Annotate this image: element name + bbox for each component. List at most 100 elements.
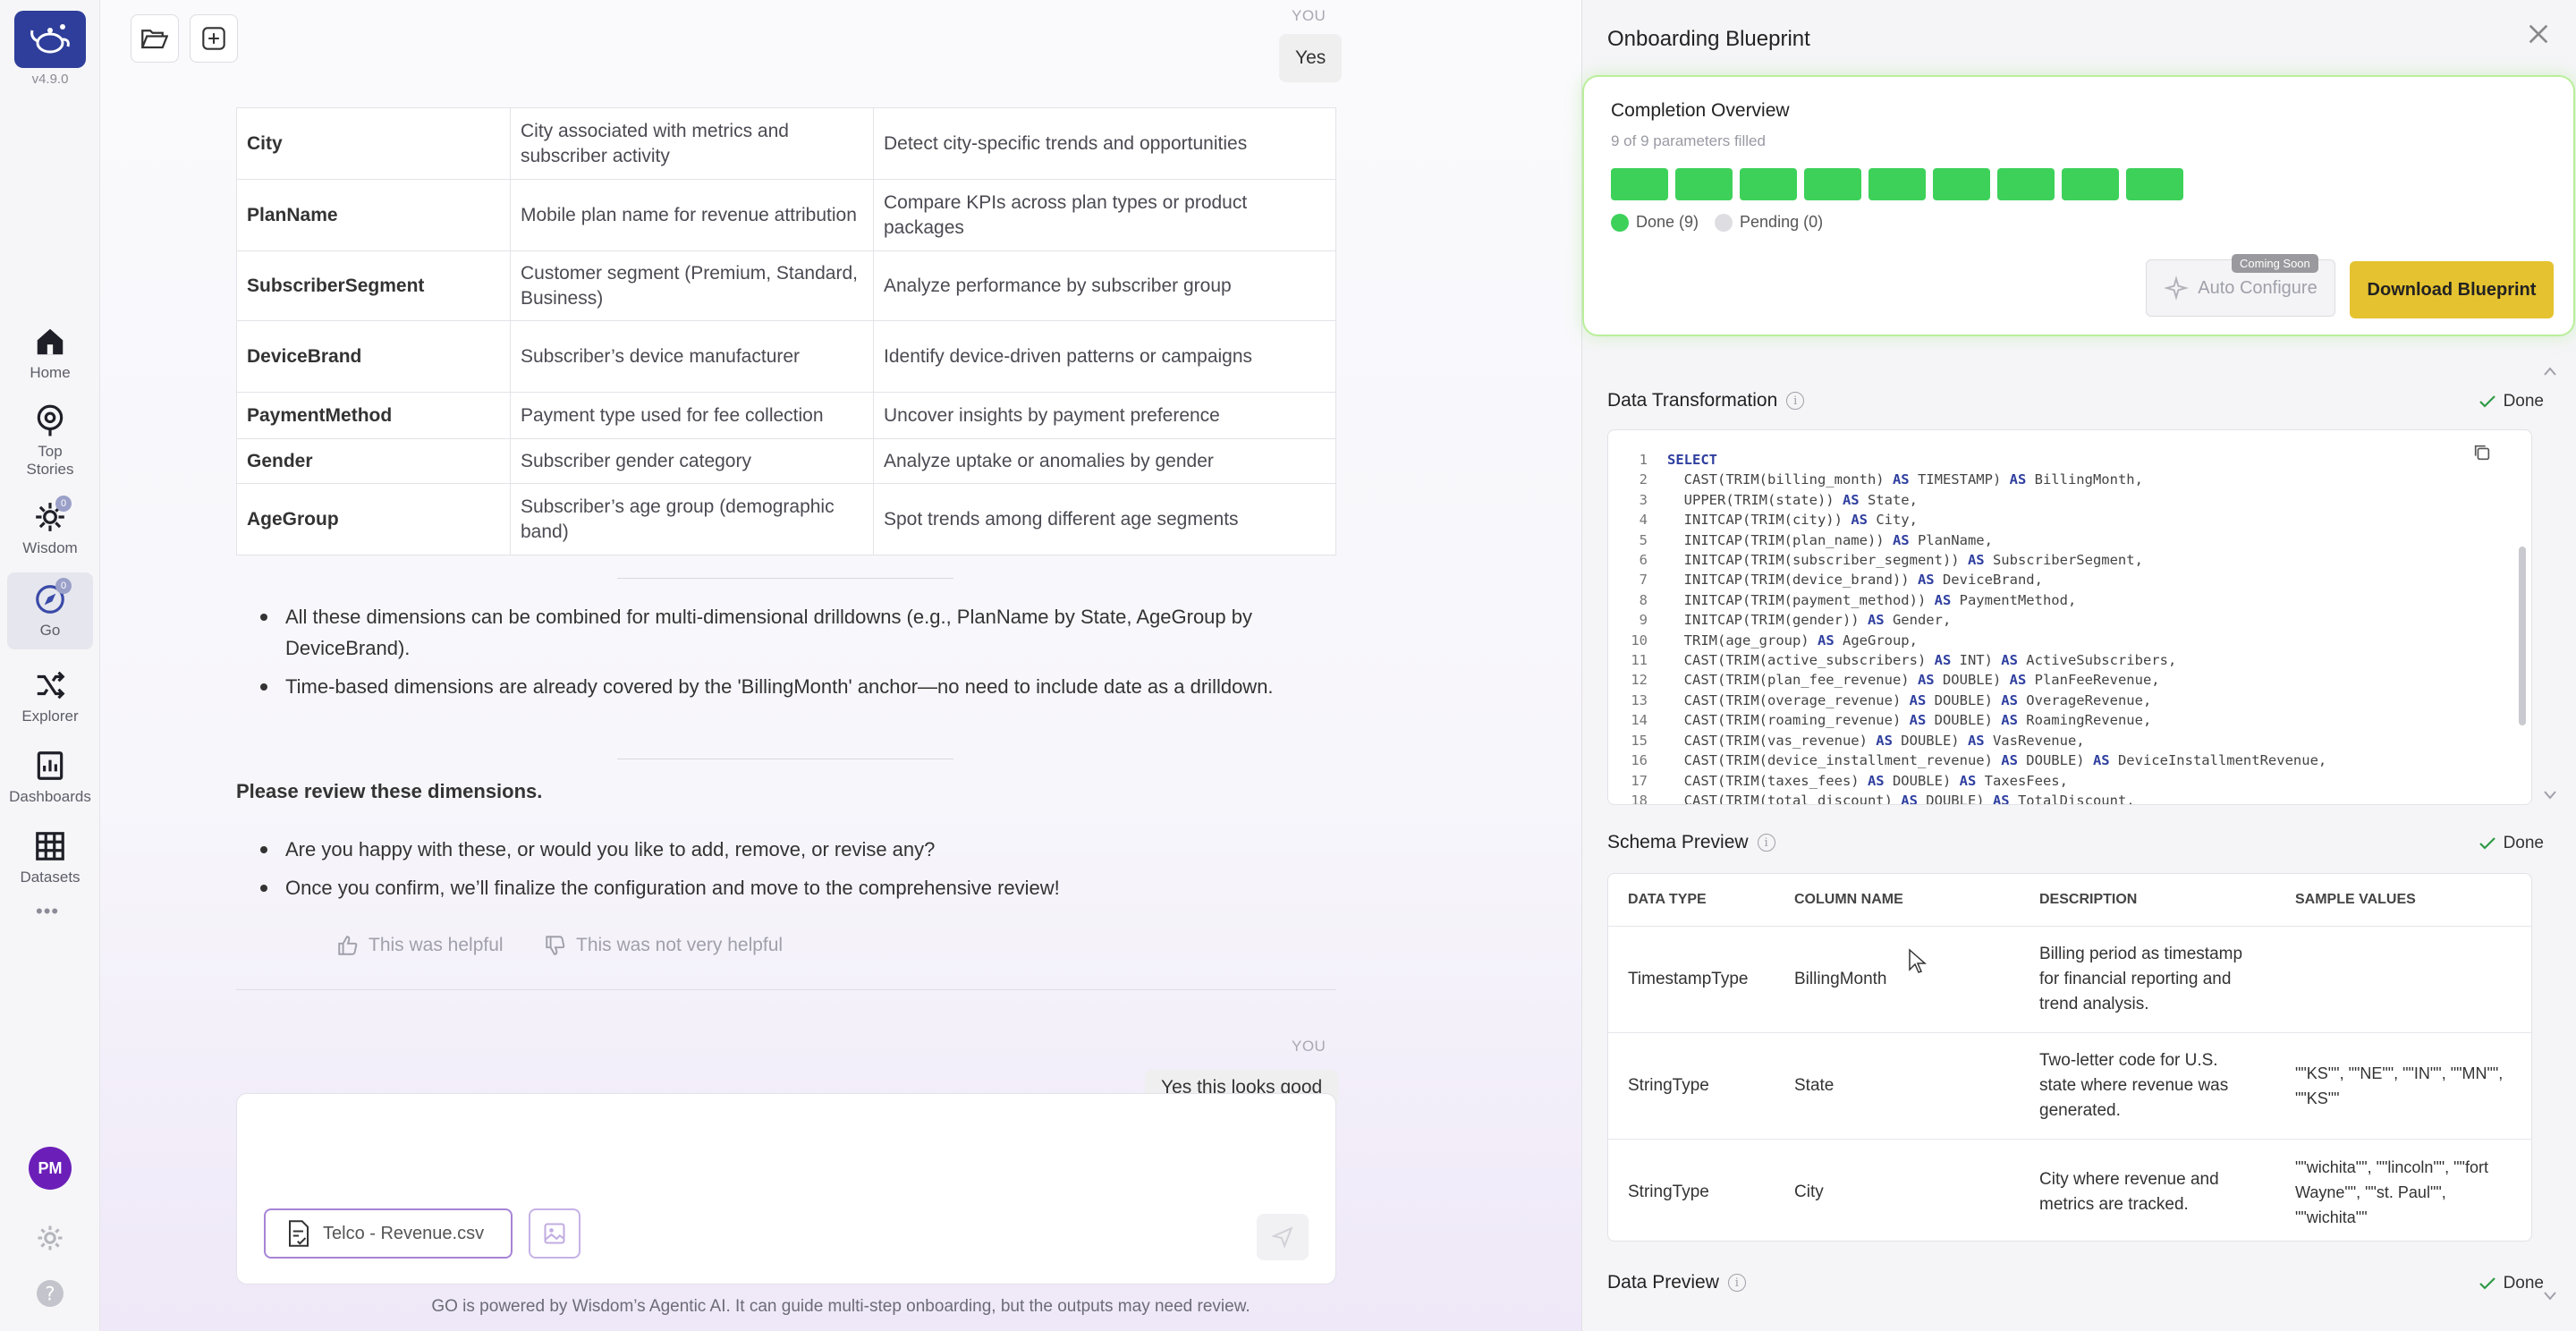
- line-number: 17: [1631, 772, 1648, 789]
- schema-table: DATA TYPE COLUMN NAME DESCRIPTION SAMPLE…: [1608, 874, 2531, 1241]
- data-type: StringType: [1608, 1032, 1775, 1140]
- close-icon[interactable]: [2524, 20, 2553, 48]
- dimension-use: Uncover insights by payment preference: [873, 392, 1336, 439]
- thumbs-up-icon: [338, 936, 358, 955]
- table-row: DeviceBrand Subscriber’s device manufact…: [236, 320, 1336, 393]
- code-text: INITCAP(TRIM(subscriber_segment)) AS Sub…: [1667, 552, 2143, 569]
- nav-wisdom-label: Wisdom: [22, 539, 78, 556]
- table-row: SubscriberSegment Customer segment (Prem…: [236, 250, 1336, 321]
- dimension-use: Analyze uptake or anomalies by gender: [873, 438, 1336, 484]
- table-row: PlanName Mobile plan name for revenue at…: [236, 179, 1336, 251]
- copy-icon[interactable]: [2472, 443, 2492, 462]
- progress-segment: [1675, 168, 1733, 200]
- code-text: CAST(TRIM(overage_revenue) AS DOUBLE) AS…: [1667, 691, 2152, 708]
- dimensions-table: City City associated with metrics and su…: [236, 107, 1336, 555]
- dimension-meaning: Subscriber’s age group (demographic band…: [510, 483, 874, 555]
- code-line: 15 CAST(TRIM(vas_revenue) AS DOUBLE) AS …: [1608, 731, 2326, 750]
- dimension-name: Gender: [236, 438, 511, 484]
- more-menu[interactable]: •••: [36, 900, 59, 923]
- data-type: TimestampType: [1608, 926, 1775, 1033]
- check-icon: [2479, 1277, 2496, 1290]
- user-message-yes: Yes: [1279, 34, 1343, 82]
- info-icon[interactable]: i: [1786, 392, 1805, 410]
- code-line: 3 UPPER(TRIM(state)) AS State,: [1608, 490, 2326, 510]
- send-button[interactable]: [1257, 1214, 1309, 1260]
- nav-home[interactable]: Home: [7, 315, 93, 392]
- column-name: State: [1775, 1032, 2020, 1140]
- nav-go[interactable]: 0 Go: [7, 572, 93, 649]
- scroll-down-icon[interactable]: [2544, 791, 2556, 800]
- new-chat-button[interactable]: [190, 14, 238, 63]
- open-folder-button[interactable]: [131, 14, 179, 63]
- panel-title: Onboarding Blueprint: [1607, 27, 1810, 51]
- message-input[interactable]: [258, 1115, 1314, 1187]
- progress-segment: [1868, 168, 1926, 200]
- line-number: 14: [1631, 712, 1648, 729]
- nav-top-stories[interactable]: Top Stories: [7, 401, 93, 481]
- code-line: 16 CAST(TRIM(device_installment_revenue)…: [1608, 750, 2326, 770]
- info-icon[interactable]: i: [1757, 834, 1775, 852]
- line-number: 4: [1639, 512, 1648, 529]
- dimension-name: AgeGroup: [236, 483, 511, 555]
- attach-image-button[interactable]: [529, 1208, 580, 1259]
- dimension-meaning: Payment type used for fee collection: [510, 392, 874, 439]
- code-text: INITCAP(TRIM(gender)) AS Gender,: [1667, 612, 1952, 629]
- left-rail: v4.9.0 Home Top Stories 0 Wisdom 0 Go Ex…: [0, 0, 100, 1331]
- table-row: City City associated with metrics and su…: [236, 107, 1336, 180]
- attached-file-chip[interactable]: Telco - Revenue.csv: [264, 1208, 513, 1259]
- dimension-meaning: Subscriber gender category: [510, 438, 874, 484]
- progress-segment: [2126, 168, 2183, 200]
- column-description: Two-letter code for U.S. state where rev…: [2020, 1032, 2275, 1140]
- code-line: 12 CAST(TRIM(plan_fee_revenue) AS DOUBLE…: [1608, 670, 2326, 690]
- table-row: TimestampType BillingMonth Billing perio…: [1608, 926, 2531, 1033]
- teapot-logo-icon: [30, 24, 70, 54]
- nav-top-stories-label: Top Stories: [26, 443, 74, 478]
- info-icon[interactable]: i: [1727, 1274, 1746, 1292]
- user-avatar[interactable]: PM: [29, 1147, 72, 1190]
- line-number: 15: [1631, 732, 1648, 749]
- go-badge: 0: [55, 578, 72, 594]
- line-number: 1: [1639, 452, 1648, 468]
- nav-explorer[interactable]: Explorer: [7, 658, 93, 735]
- shuffle-icon: [37, 671, 65, 699]
- code-scrollbar[interactable]: [2519, 547, 2526, 725]
- done-dot: [1611, 214, 1629, 233]
- overview-subtitle: 9 of 9 parameters filled: [1611, 132, 1766, 149]
- code-line: 17 CAST(TRIM(taxes_fees) AS DOUBLE) AS T…: [1608, 771, 2326, 791]
- code-line: 2 CAST(TRIM(billing_month) AS TIMESTAMP)…: [1608, 470, 2326, 489]
- settings-gear-icon[interactable]: [34, 1222, 66, 1254]
- nav-wisdom[interactable]: 0 Wisdom: [7, 490, 93, 567]
- transformation-header: Data Transformation i: [1607, 390, 1805, 411]
- data-type: StringType: [1608, 1139, 1775, 1241]
- code-line: 4 INITCAP(TRIM(city)) AS City,: [1608, 510, 2326, 530]
- progress-segment: [2062, 168, 2119, 200]
- dimension-name: PaymentMethod: [236, 392, 511, 439]
- dimension-use: Spot trends among different age segments: [873, 483, 1336, 555]
- column-header: SAMPLE VALUES: [2275, 874, 2531, 927]
- review-heading: Please review these dimensions.: [236, 780, 543, 802]
- nav-datasets[interactable]: Datasets: [7, 819, 93, 896]
- code-text: CAST(TRIM(active_subscribers) AS INT) AS…: [1667, 652, 2177, 669]
- app-logo[interactable]: [14, 11, 86, 68]
- list-item: All these dimensions can be combined for…: [236, 601, 1336, 664]
- list-item: Are you happy with these, or would you l…: [236, 834, 1336, 865]
- dimension-use: Identify device-driven patterns or campa…: [873, 320, 1336, 393]
- legend-pending: Pending (0): [1715, 213, 1823, 233]
- top-stories-icon: [37, 404, 64, 437]
- dimension-name: PlanName: [236, 179, 511, 251]
- nav-dashboards[interactable]: Dashboards: [7, 739, 93, 816]
- code-line: 18 CAST(TRIM(total_discount) AS DOUBLE) …: [1608, 791, 2326, 804]
- helpful-button[interactable]: This was helpful: [336, 934, 504, 957]
- dimension-meaning: Subscriber’s device manufacturer: [510, 320, 874, 393]
- table-row: AgeGroup Subscriber’s age group (demogra…: [236, 483, 1336, 555]
- not-helpful-button[interactable]: This was not very helpful: [544, 934, 783, 957]
- scroll-down-icon[interactable]: [2544, 1292, 2556, 1301]
- code-text: CAST(TRIM(roaming_revenue) AS DOUBLE) AS…: [1667, 712, 2152, 729]
- line-number: 6: [1639, 552, 1648, 569]
- data-preview-title: Data Preview: [1607, 1272, 1719, 1293]
- help-icon[interactable]: ?: [34, 1277, 66, 1310]
- download-blueprint-button[interactable]: Download Blueprint: [2350, 261, 2554, 318]
- sql-code-block[interactable]: 1 SELECT 2 CAST(TRIM(billing_month) AS TIM…: [1607, 429, 2532, 805]
- column-name: BillingMonth: [1775, 926, 2020, 1033]
- scroll-up-icon[interactable]: [2544, 367, 2556, 376]
